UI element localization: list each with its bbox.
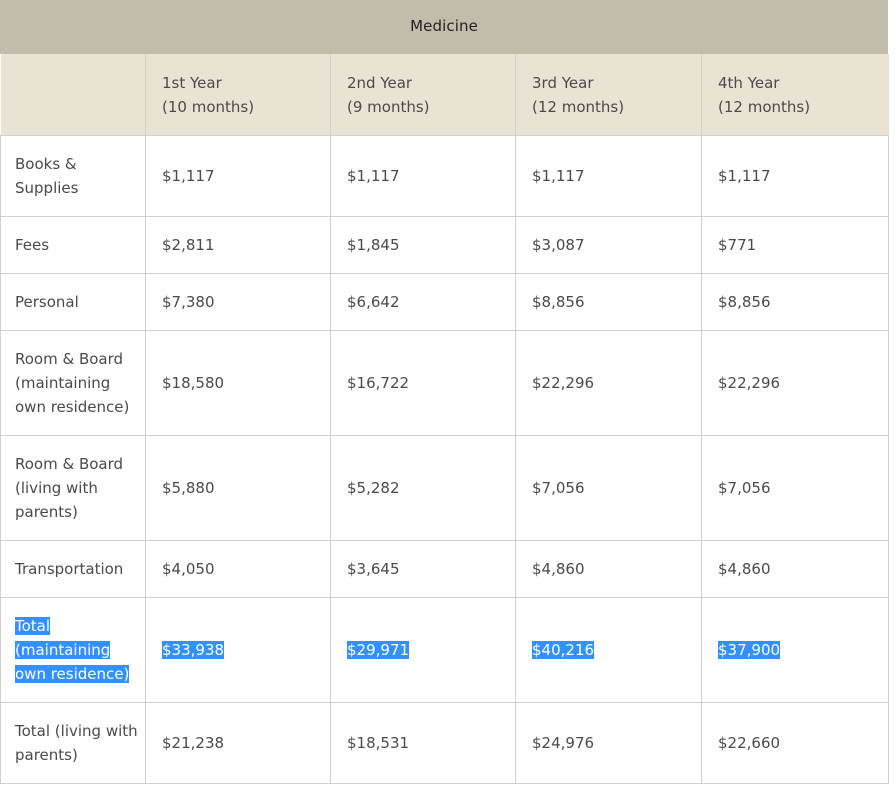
table-row-books-supplies: Books & Supplies $1,117 $1,117 $1,117 $1… <box>0 135 889 217</box>
selected-text: $33,938 <box>162 641 225 659</box>
cell-value: $1,117 <box>330 135 516 217</box>
cell-value: $3,645 <box>330 540 516 598</box>
cell-value: $21,238 <box>145 702 331 784</box>
cell-value: $1,845 <box>330 216 516 274</box>
row-label: Personal <box>0 273 146 331</box>
header-months: (12 months) <box>718 97 811 116</box>
cost-table: 1st Year (10 months) 2nd Year (9 months) 3… <box>0 54 889 784</box>
header-year: 4th Year <box>718 73 780 92</box>
cell-value: $18,580 <box>145 330 331 436</box>
table-caption: Medicine <box>0 0 888 54</box>
row-label: Total (maintaining own residence) <box>0 597 146 703</box>
header-cell-year-2: 2nd Year (9 months) <box>330 54 516 136</box>
cell-value: $29,971 <box>330 597 516 703</box>
cell-value: $3,087 <box>515 216 702 274</box>
cell-value: $771 <box>701 216 889 274</box>
header-months: (10 months) <box>162 97 255 116</box>
header-year: 1st Year <box>162 73 222 92</box>
cell-value: $6,642 <box>330 273 516 331</box>
header-year: 3rd Year <box>532 73 594 92</box>
cell-value: $1,117 <box>515 135 702 217</box>
row-label: Books & Supplies <box>0 135 146 217</box>
cost-table-container: Medicine 1st Year (10 months) 2nd Year (9 … <box>0 0 889 784</box>
header-cell-year-1: 1st Year (10 months) <box>145 54 331 136</box>
cell-value: $24,976 <box>515 702 702 784</box>
selected-text: $37,900 <box>718 641 781 659</box>
header-row: 1st Year (10 months) 2nd Year (9 months) 3… <box>0 54 889 136</box>
cell-value: $7,380 <box>145 273 331 331</box>
cell-value: $5,880 <box>145 435 331 541</box>
row-label: Fees <box>0 216 146 274</box>
row-label: Total (living with parents) <box>0 702 146 784</box>
table-row-transportation: Transportation $4,050 $3,645 $4,860 $4,8… <box>0 540 889 598</box>
cell-value: $4,050 <box>145 540 331 598</box>
table-row-fees: Fees $2,811 $1,845 $3,087 $771 <box>0 216 889 274</box>
cell-value: $1,117 <box>701 135 889 217</box>
cell-value: $7,056 <box>701 435 889 541</box>
cell-value: $22,660 <box>701 702 889 784</box>
header-months: (9 months) <box>347 97 430 116</box>
cell-value: $8,856 <box>701 273 889 331</box>
cell-value: $7,056 <box>515 435 702 541</box>
cell-value: $4,860 <box>515 540 702 598</box>
table-row-room-board-parents: Room & Board (living with parents) $5,88… <box>0 435 889 541</box>
cell-value: $5,282 <box>330 435 516 541</box>
cell-value: $4,860 <box>701 540 889 598</box>
selected-text: Total (maintaining own residence) <box>15 617 130 683</box>
cell-value: $22,296 <box>515 330 702 436</box>
row-label: Room & Board (living with parents) <box>0 435 146 541</box>
cell-value: $22,296 <box>701 330 889 436</box>
header-cell-year-3: 3rd Year (12 months) <box>515 54 702 136</box>
cell-value: $18,531 <box>330 702 516 784</box>
header-cell-empty <box>0 54 146 136</box>
selected-text: $40,216 <box>532 641 595 659</box>
cell-value: $1,117 <box>145 135 331 217</box>
table-row-personal: Personal $7,380 $6,642 $8,856 $8,856 <box>0 273 889 331</box>
cell-value: $2,811 <box>145 216 331 274</box>
cell-value: $8,856 <box>515 273 702 331</box>
header-year: 2nd Year <box>347 73 413 92</box>
selected-text: $29,971 <box>347 641 410 659</box>
cell-value: $33,938 <box>145 597 331 703</box>
header-months: (12 months) <box>532 97 625 116</box>
table-row-room-board-own: Room & Board (maintaining own residence)… <box>0 330 889 436</box>
row-label: Room & Board (maintaining own residence) <box>0 330 146 436</box>
cell-value: $37,900 <box>701 597 889 703</box>
cell-value: $16,722 <box>330 330 516 436</box>
header-cell-year-4: 4th Year (12 months) <box>701 54 889 136</box>
table-row-total-own: Total (maintaining own residence) $33,93… <box>0 597 889 703</box>
row-label: Transportation <box>0 540 146 598</box>
table-row-total-parents: Total (living with parents) $21,238 $18,… <box>0 702 889 784</box>
cell-value: $40,216 <box>515 597 702 703</box>
